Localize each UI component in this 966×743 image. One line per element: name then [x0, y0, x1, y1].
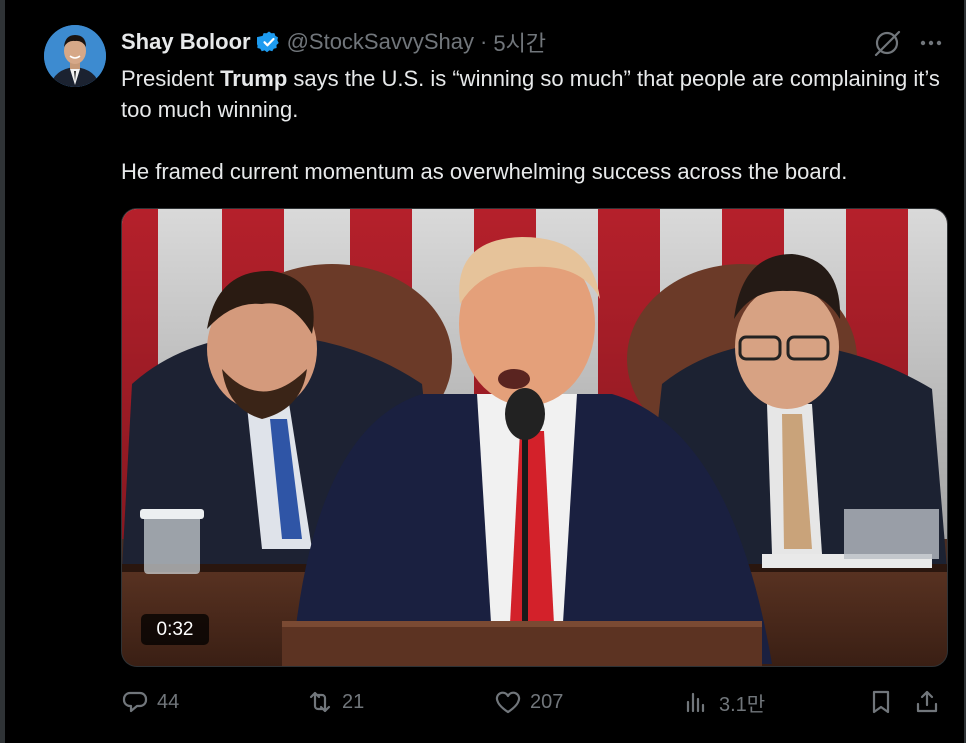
video-duration-badge: 0:32 — [141, 614, 209, 645]
reply-icon — [122, 691, 148, 713]
video-player[interactable] — [121, 208, 948, 667]
view-count: 3.1만 — [719, 693, 766, 716]
bookmark-button[interactable] — [867, 684, 895, 720]
analytics-icon — [686, 692, 705, 713]
repost-icon — [309, 691, 331, 713]
heart-icon — [495, 691, 521, 714]
action-bar: 44 21 207 3.1만 — [121, 684, 946, 720]
repost-button[interactable]: 21 — [306, 684, 364, 720]
tweet-text: President Trump says the U.S. is “winnin… — [121, 63, 951, 187]
tweet-paragraph-2: He framed current momentum as overwhelmi… — [121, 159, 848, 184]
more-options-icon[interactable] — [918, 30, 944, 56]
video-frame — [122, 209, 947, 666]
tweet-header: Shay Boloor @StockSavvyShay · 5시간 — [121, 27, 546, 57]
tweet-paragraph-1: President Trump says the U.S. is “winnin… — [121, 63, 951, 125]
bookmark-icon — [872, 690, 890, 714]
views-button[interactable]: 3.1만 — [683, 684, 765, 720]
tweet-text-bold: Trump — [220, 66, 288, 91]
left-border — [0, 0, 5, 743]
like-count: 207 — [530, 690, 564, 713]
repost-count: 21 — [342, 690, 365, 713]
post-time[interactable]: 5시간 — [493, 26, 546, 58]
verified-badge-icon[interactable] — [256, 30, 281, 54]
reply-count: 44 — [157, 690, 180, 713]
reply-button[interactable]: 44 — [121, 684, 179, 720]
like-button[interactable]: 207 — [494, 684, 563, 720]
share-button[interactable] — [913, 684, 941, 720]
share-icon — [916, 690, 938, 713]
author-name[interactable]: Shay Boloor — [121, 29, 251, 55]
grok-icon[interactable] — [872, 28, 902, 58]
header-separator: · — [480, 29, 488, 54]
author-handle[interactable]: @StockSavvyShay — [287, 29, 474, 55]
avatar[interactable] — [44, 25, 106, 87]
tweet-text-prefix: President — [121, 66, 221, 91]
